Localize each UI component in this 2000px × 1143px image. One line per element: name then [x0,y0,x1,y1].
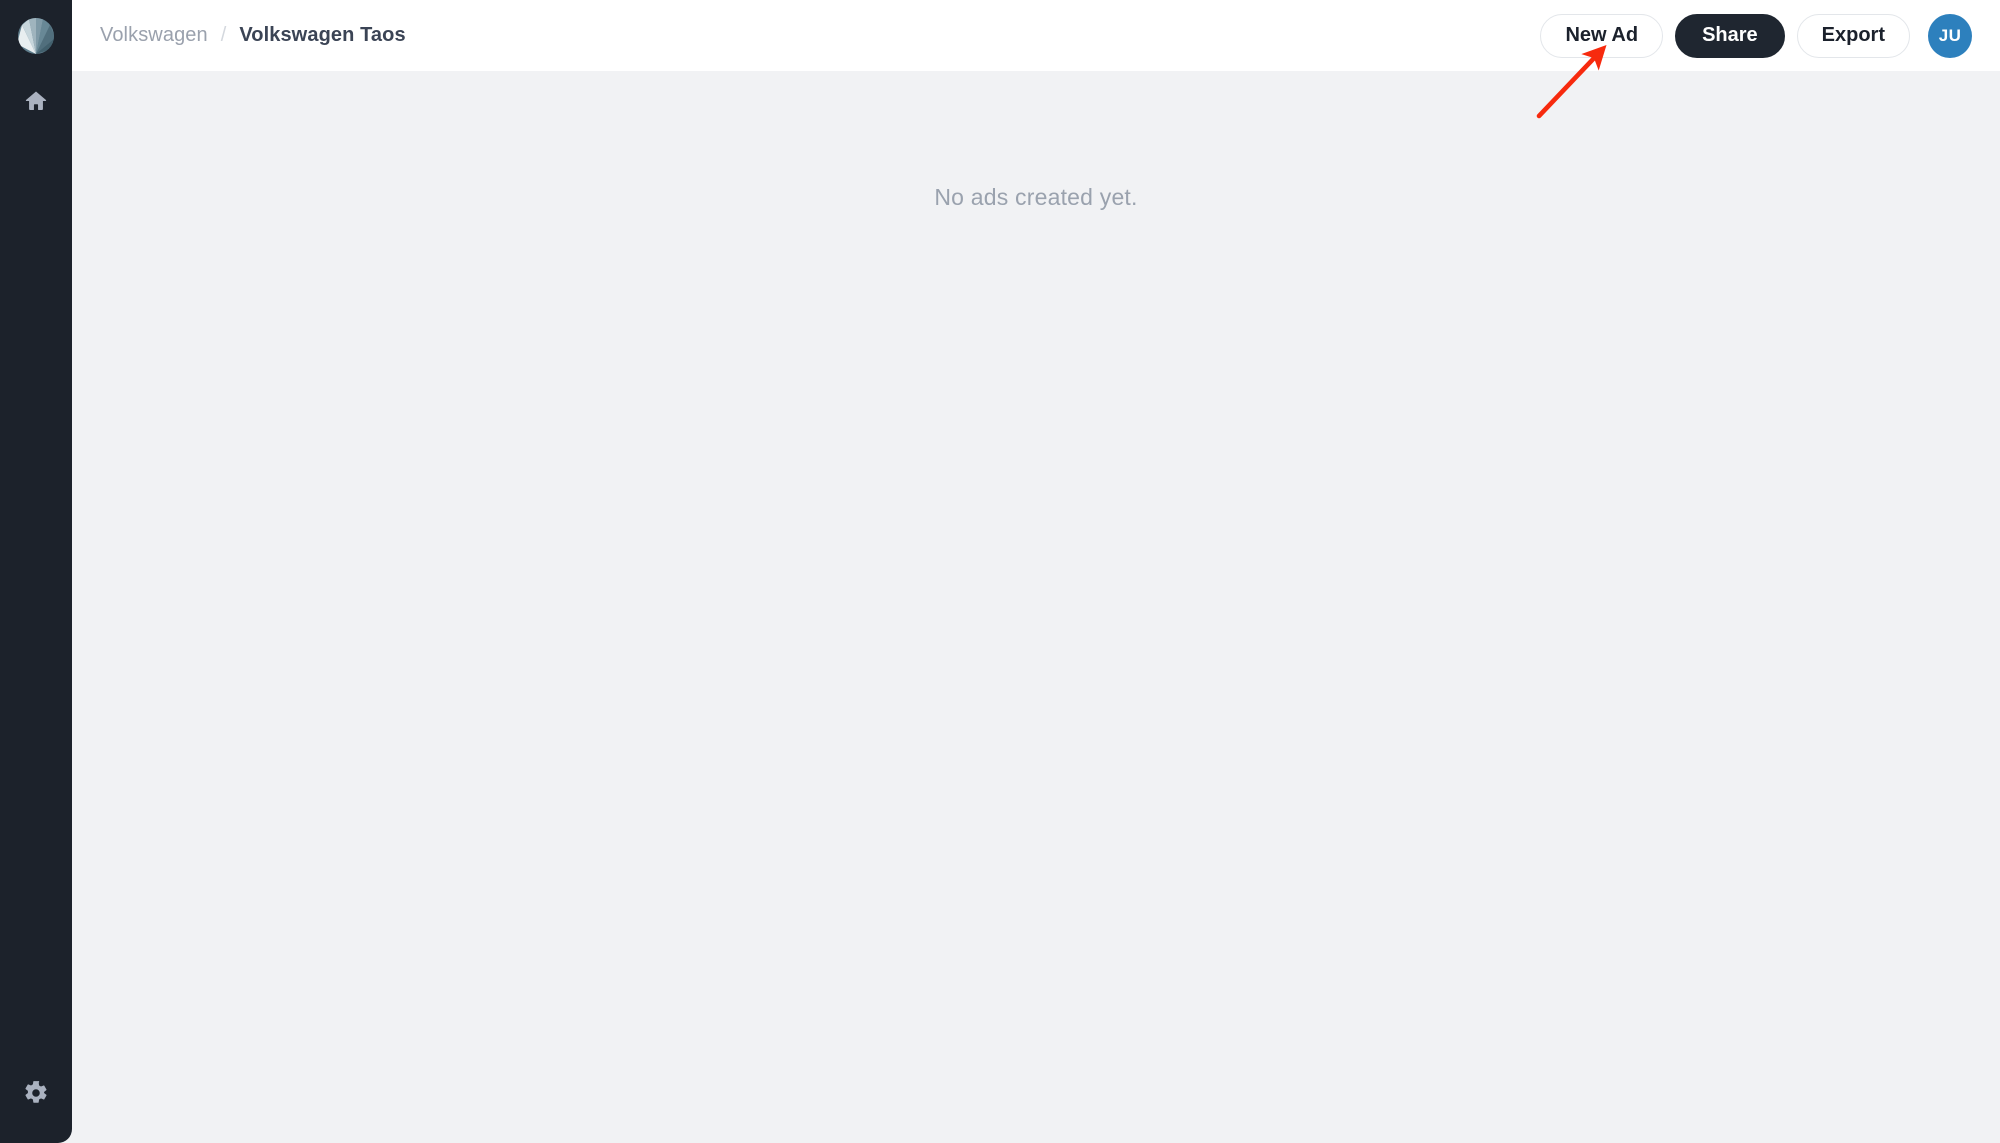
breadcrumb: Volkswagen / Volkswagen Taos [100,24,406,47]
app-root: Volkswagen / Volkswagen Taos New Ad Shar… [0,0,2000,1143]
sidebar-item-home[interactable] [0,72,72,130]
gear-icon [23,1080,49,1111]
breadcrumb-current[interactable]: Volkswagen Taos [239,24,405,47]
main-column: Volkswagen / Volkswagen Taos New Ad Shar… [72,0,2000,1143]
empty-state-message: No ads created yet. [934,184,1138,210]
top-bar-actions: New Ad Share Export JU [1540,13,1972,58]
export-button[interactable]: Export [1796,13,1910,58]
share-button[interactable]: Share [1675,13,1785,58]
app-logo-button[interactable] [0,0,72,72]
sidebar-item-settings[interactable] [0,1047,72,1143]
user-avatar[interactable]: JU [1928,13,1972,58]
new-ad-button[interactable]: New Ad [1540,13,1664,58]
top-bar: Volkswagen / Volkswagen Taos New Ad Shar… [72,0,2000,71]
content-area: No ads created yet. [72,71,2000,1143]
breadcrumb-root[interactable]: Volkswagen [100,24,208,47]
home-icon [23,88,49,114]
left-sidebar [0,0,72,1143]
breadcrumb-separator: / [220,24,227,46]
shell-fan-logo-icon [16,16,56,56]
